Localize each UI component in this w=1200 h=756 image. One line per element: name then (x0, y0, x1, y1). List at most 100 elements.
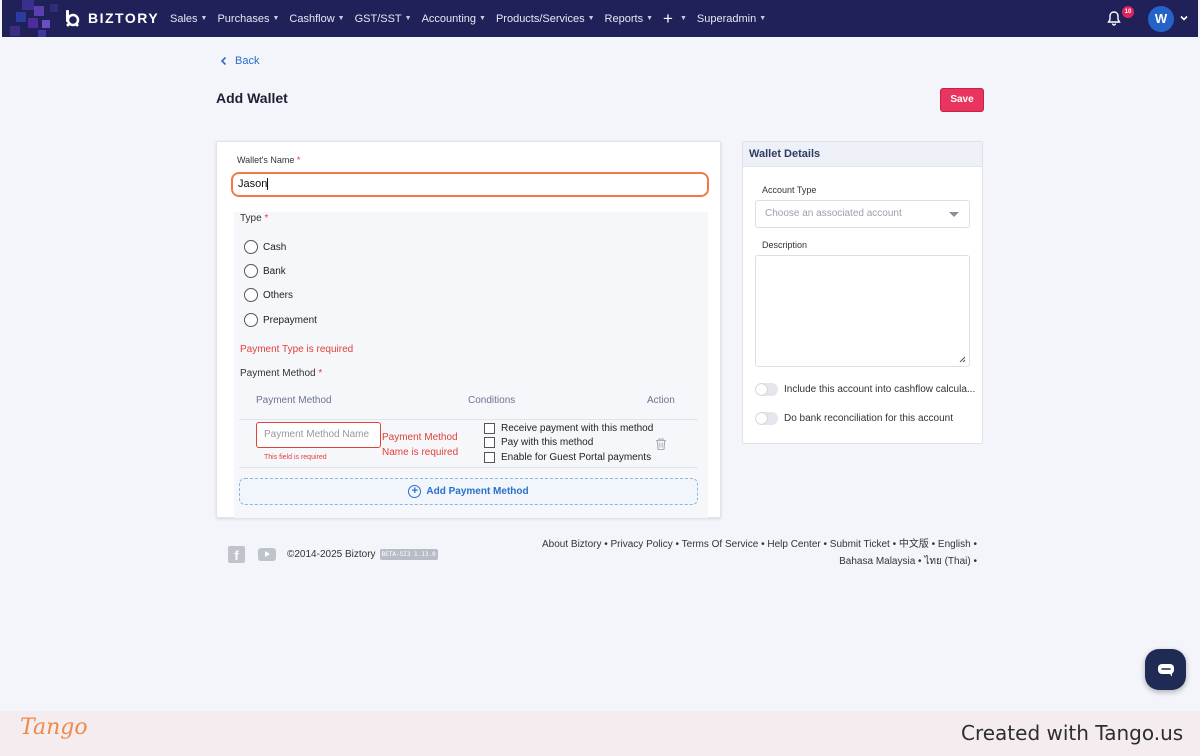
chevron-down-icon: ▼ (337, 15, 345, 22)
label-text: Type (240, 213, 262, 224)
payment-method-label: Payment Method * (240, 368, 322, 379)
menu-cashflow[interactable]: Cashflow ▼ (289, 13, 344, 25)
type-section (234, 212, 708, 518)
required-asterisk: * (318, 368, 323, 379)
chevron-down-icon: ▼ (759, 15, 767, 22)
trash-icon[interactable] (654, 437, 668, 451)
tango-logo: Tango (20, 715, 88, 740)
notification-badge: 10 (1122, 6, 1134, 18)
checkbox-box (484, 423, 495, 434)
field-required-error: This field is required (264, 454, 327, 461)
back-label: Back (235, 55, 260, 67)
menu-gst-sst[interactable]: GST/SST ▼ (355, 13, 412, 25)
radio-circle (244, 240, 258, 254)
checkbox-box (484, 452, 495, 463)
checkbox-label: Receive payment with this method (501, 423, 654, 434)
menu-accounting[interactable]: Accounting ▼ (422, 13, 486, 25)
type-error: Payment Type is required (240, 344, 354, 355)
menu-label: Cashflow (289, 12, 335, 25)
select-placeholder: Choose an associated account (765, 208, 902, 219)
wallet-details-panel: Wallet Details Account Type Choose an as… (742, 141, 983, 444)
checkbox-label: Enable for Guest Portal payments (501, 452, 652, 463)
radio-others[interactable]: Others (244, 288, 293, 302)
label-text: Wallet's Name (237, 155, 295, 165)
biztory-logo-icon (66, 10, 80, 27)
menu-label: Superadmin (696, 12, 757, 25)
description-textarea[interactable] (755, 255, 970, 367)
col-header-method: Payment Method (256, 395, 332, 406)
required-asterisk: * (264, 213, 269, 224)
wallet-name-label: Wallet's Name * (237, 155, 300, 165)
avatar[interactable]: W (1148, 6, 1174, 32)
wallet-name-input[interactable]: Jason (231, 172, 709, 197)
back-link[interactable]: Back (220, 55, 259, 67)
footer-links-line[interactable]: Bahasa Malaysia • ไทย (Thai) • (540, 554, 977, 571)
radio-circle (244, 288, 258, 302)
footer-links-line[interactable]: About Biztory • Privacy Policy • Terms O… (540, 537, 977, 554)
chat-icon (1157, 663, 1174, 676)
radio-circle (244, 264, 258, 278)
menu-label: Reports (604, 12, 644, 25)
type-label: Type * (240, 213, 268, 224)
chevron-down-icon: ▼ (646, 15, 654, 22)
menu-superadmin[interactable]: Superadmin ▼ (697, 13, 766, 25)
menu-label: Sales (170, 12, 198, 25)
radio-circle (244, 313, 258, 327)
toggle-bank-reconciliation[interactable]: Do bank reconciliation for this account (755, 412, 953, 425)
bell-icon[interactable] (1106, 10, 1122, 26)
menu-label: Purchases (217, 12, 270, 25)
table-divider (239, 419, 698, 420)
menu-label: GST/SST (354, 12, 402, 25)
toggle-cashflow[interactable]: Include this account into cashflow calcu… (755, 383, 975, 396)
copyright-text: ©2014-2025 Biztory (287, 549, 376, 560)
toggle-label: Include this account into cashflow calcu… (784, 384, 976, 395)
menu-purchases[interactable]: Purchases ▼ (217, 13, 279, 25)
radio-cash[interactable]: Cash (244, 240, 286, 254)
chevron-down-icon[interactable] (1178, 12, 1190, 24)
wallet-form-card: Wallet's Name * Jason Type * Cash Bank O… (216, 141, 721, 518)
button-label: Add Payment Method (426, 486, 529, 497)
checkbox-label: Pay with this method (501, 437, 594, 448)
radio-bank[interactable]: Bank (244, 264, 286, 278)
radio-label: Prepayment (263, 314, 317, 326)
account-type-label: Account Type (762, 185, 817, 195)
account-type-select[interactable]: Choose an associated account (755, 200, 970, 228)
plus-icon: + (663, 8, 673, 28)
checkbox-pay-with-method[interactable]: Pay with this method (484, 437, 593, 448)
menu-label: Products/Services (495, 12, 585, 25)
chevron-down-icon: ▼ (404, 15, 412, 22)
radio-label: Others (263, 289, 294, 301)
checkbox-receive-payment[interactable]: Receive payment with this method (484, 423, 653, 434)
panel-title: Wallet Details (743, 142, 982, 167)
menu-quick-add[interactable]: + ▼ (663, 9, 687, 29)
input-value: Jason (238, 178, 268, 190)
checkbox-guest-portal[interactable]: Enable for Guest Portal payments (484, 452, 651, 463)
toggle-switch (755, 383, 778, 396)
brand-logo[interactable]: BIZTORY (64, 9, 159, 27)
chat-button[interactable] (1145, 649, 1186, 690)
page-title: Add Wallet (216, 90, 288, 106)
chevron-down-icon: ▼ (587, 15, 595, 22)
radio-prepayment[interactable]: Prepayment (244, 313, 317, 327)
footer-links: About Biztory • Privacy Policy • Terms O… (540, 537, 977, 570)
method-name-error: Payment Method Name is required (382, 432, 459, 458)
menu-label: Accounting (421, 12, 477, 25)
resize-handle-icon[interactable] (959, 356, 966, 363)
chevron-down-icon: ▼ (479, 15, 486, 22)
youtube-icon[interactable] (258, 548, 276, 561)
payment-method-name-input[interactable]: Payment Method Name (256, 422, 381, 448)
plus-circle-icon: + (408, 485, 422, 498)
chevron-down-icon: ▼ (272, 15, 280, 22)
col-header-conditions: Conditions (468, 395, 516, 406)
label-text: Payment Method (240, 368, 316, 379)
add-payment-method-button[interactable]: + Add Payment Method (239, 478, 698, 505)
save-button[interactable]: Save (940, 88, 984, 112)
menu-reports[interactable]: Reports ▼ (605, 13, 653, 25)
brand-name: BIZTORY (88, 10, 160, 26)
table-divider (239, 467, 698, 468)
top-navbar: BIZTORY Sales ▼ Purchases ▼ Cashflow ▼ GST/… (2, 0, 1198, 37)
copyright: ©2014-2025 Biztory BETA-SI3 1.13.0 (287, 549, 438, 560)
menu-products-services[interactable]: Products/Services ▼ (496, 13, 595, 25)
facebook-icon[interactable]: f (228, 546, 245, 563)
menu-sales[interactable]: Sales ▼ (170, 13, 207, 25)
